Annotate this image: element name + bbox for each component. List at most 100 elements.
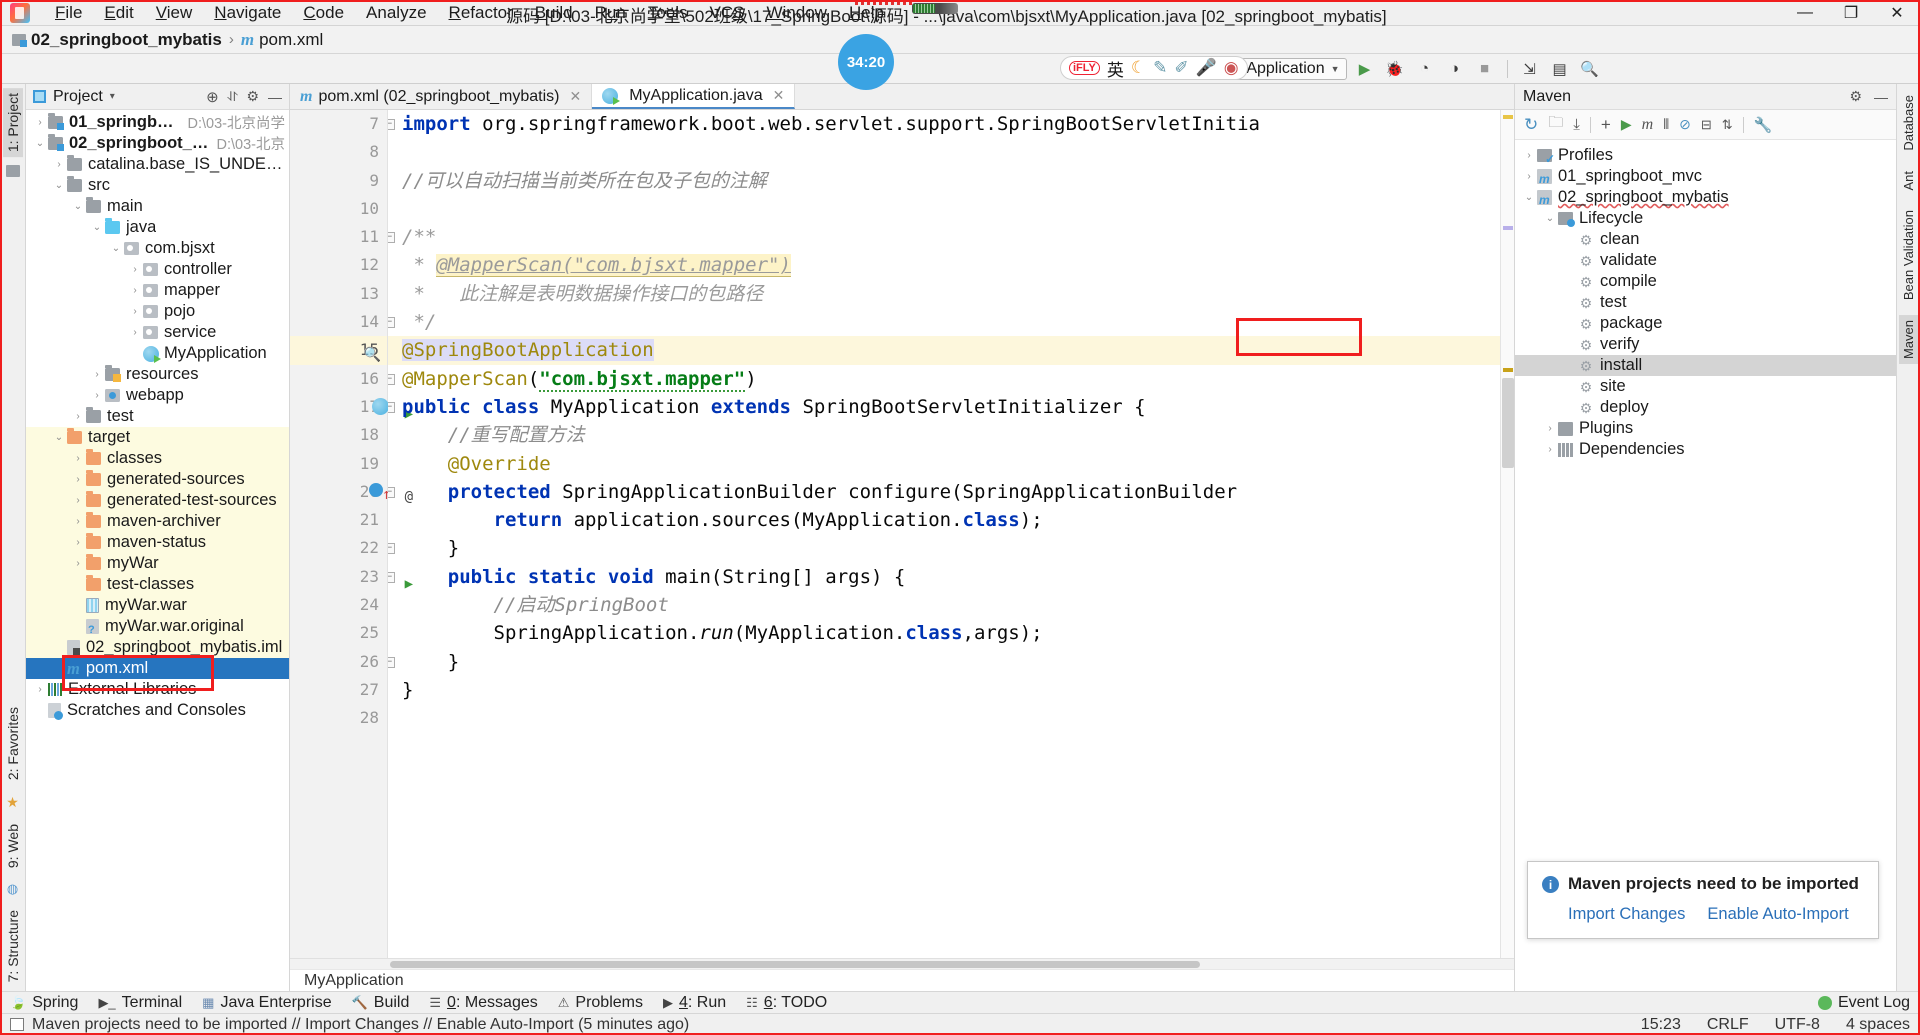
code-line[interactable]: − } — [388, 534, 1500, 562]
code-line[interactable]: return application.sources(MyApplication… — [402, 506, 1500, 534]
tree-toggle-arrow[interactable]: › — [32, 117, 48, 128]
gutter-line[interactable]: 10 — [290, 195, 387, 223]
project-tree-row[interactable]: › myWar — [26, 553, 289, 574]
tree-toggle-arrow[interactable]: ⌄ — [108, 243, 124, 254]
toolwindow-0-messages[interactable]: ☰ 0: Messages — [429, 994, 537, 1012]
toolwindow-java-enterprise[interactable]: ▦ Java Enterprise — [202, 994, 331, 1012]
project-tree-row[interactable]: › resources — [26, 364, 289, 385]
rail-tab-database[interactable]: Database — [1899, 90, 1918, 156]
window-controls[interactable]: — ❐ ✕ — [1782, 0, 1920, 26]
wrench-icon[interactable]: ✎ — [1153, 58, 1167, 78]
project-tree-row[interactable]: › webapp — [26, 385, 289, 406]
gutter-line[interactable]: 13 — [290, 280, 387, 308]
tree-toggle-arrow[interactable]: › — [1542, 444, 1558, 455]
tree-toggle-arrow[interactable]: › — [70, 495, 86, 506]
tree-toggle-arrow[interactable]: › — [89, 369, 105, 380]
rail-tab-web[interactable]: 9: Web — [3, 819, 23, 873]
skip-tests-icon[interactable]: ⊘ — [1679, 116, 1691, 133]
editor-marker-bar[interactable] — [1500, 110, 1514, 958]
run-icon[interactable]: ▶ — [1621, 116, 1632, 133]
editor-tab[interactable]: MyApplication.java ✕ — [592, 84, 796, 109]
tree-toggle-arrow[interactable]: ⌄ — [51, 180, 67, 191]
code-line[interactable]: //启动SpringBoot — [402, 591, 1500, 619]
tree-toggle-arrow[interactable]: › — [1521, 171, 1537, 182]
debug-button[interactable]: 🐞 — [1383, 58, 1407, 80]
toolwindow-6-todo[interactable]: ☷ 6: TODO — [746, 994, 827, 1012]
breadcrumb-project[interactable]: 02_springboot_mybatis — [12, 30, 222, 50]
gutter-line[interactable]: 14 — [290, 308, 387, 336]
code-line[interactable]: − @MapperScan("com.bjsxt.mapper") — [388, 365, 1500, 393]
tree-toggle-arrow[interactable]: ⌄ — [89, 222, 105, 233]
toolwindow-problems[interactable]: ⚠ Problems — [558, 994, 643, 1012]
code-line[interactable]: } — [402, 676, 1500, 704]
maven-tree-row[interactable]: ⚙ deploy — [1515, 397, 1896, 418]
close-icon[interactable]: ✕ — [773, 87, 785, 104]
tree-toggle-arrow[interactable]: › — [70, 537, 86, 548]
maven-toolbar[interactable]: ↻ 🗀 ⤓ + ▶ m ⫴ ⊘ ⊟ ⇅ 🔧 — [1515, 110, 1896, 140]
tree-toggle-arrow[interactable]: ⌄ — [1521, 192, 1537, 203]
maven-tree-row[interactable]: ⚙ install — [1515, 355, 1896, 376]
project-tree-row[interactable]: ⌄ target — [26, 427, 289, 448]
status-encoding[interactable]: UTF-8 — [1775, 1016, 1820, 1034]
editor-horizontal-scrollbar[interactable] — [290, 958, 1514, 969]
close-icon[interactable]: ✕ — [569, 88, 581, 105]
gutter-line[interactable]: 27 — [290, 676, 387, 704]
menu-edit[interactable]: Edit — [93, 0, 144, 25]
gutter-line[interactable]: 25 — [290, 619, 387, 647]
project-tree-row[interactable]: Scratches and Consoles — [26, 700, 289, 721]
rail-tab-favorites[interactable]: 2: Favorites — [3, 702, 23, 785]
tool-window-bar[interactable]: 🍃 Spring ▶_ Terminal ▦ Java Enterprise 🔨 Build ☰… — [0, 991, 1920, 1013]
code-fold-icon[interactable]: − — [388, 401, 395, 413]
gutter-line[interactable]: 23 ▶ — [290, 563, 413, 592]
event-log-button[interactable]: Event Log — [1817, 994, 1910, 1012]
code-fold-icon[interactable]: − — [388, 373, 395, 385]
import-changes-link[interactable]: Import Changes — [1568, 905, 1685, 924]
toggle-offline-icon[interactable]: ⫴ — [1663, 116, 1669, 133]
gutter-line[interactable]: 21 — [290, 506, 387, 534]
code-line[interactable]: * 此注解是表明数据操作接口的包路径 — [402, 280, 1500, 308]
reimport-icon[interactable]: ↻ — [1524, 115, 1538, 135]
ime-language-label[interactable]: 英 — [1107, 56, 1124, 81]
project-tree-row[interactable]: › External Libraries — [26, 679, 289, 700]
tree-toggle-arrow[interactable]: › — [127, 285, 143, 296]
project-tree-row[interactable]: ⌄ src — [26, 175, 289, 196]
gutter-line[interactable]: 17 ▶ — [290, 393, 413, 422]
maven-tree-row[interactable]: ⚙ test — [1515, 292, 1896, 313]
maven-tree-row[interactable]: › Plugins — [1515, 418, 1896, 439]
download-sources-icon[interactable]: ⤓ — [1573, 116, 1580, 133]
menu-analyze[interactable]: Analyze — [355, 0, 437, 25]
tree-toggle-arrow[interactable]: ⌄ — [70, 201, 86, 212]
breadcrumb-file[interactable]: m pom.xml — [241, 30, 323, 50]
tree-toggle-arrow[interactable]: › — [51, 159, 67, 170]
code-line[interactable]: −/** — [388, 223, 1500, 251]
project-tree-row[interactable]: › generated-sources — [26, 469, 289, 490]
editor-scrollbar-thumb[interactable] — [1502, 378, 1514, 468]
project-tree-row[interactable]: ⌄ com.bjsxt — [26, 238, 289, 259]
update-application-button[interactable]: ⇲ — [1518, 58, 1542, 80]
tree-toggle-arrow[interactable]: › — [89, 390, 105, 401]
code-content[interactable]: − import org.springframework.boot.web.ser… — [388, 110, 1500, 958]
code-fold-icon[interactable]: − — [388, 543, 395, 555]
gutter-line[interactable]: 7 — [290, 110, 387, 138]
tree-toggle-arrow[interactable]: › — [70, 558, 86, 569]
code-line[interactable]: − public class MyApplication extends Spri… — [388, 393, 1500, 421]
code-line[interactable]: − */ — [388, 308, 1500, 336]
locate-icon[interactable]: ⊕ — [206, 88, 219, 106]
code-line[interactable]: − import org.springframework.boot.web.ser… — [388, 110, 1500, 138]
project-tree-row[interactable]: test-classes — [26, 574, 289, 595]
expand-icon[interactable]: ⇅ — [1722, 117, 1733, 133]
project-tree-row[interactable]: › classes — [26, 448, 289, 469]
settings-icon[interactable]: 🔧 — [1754, 116, 1773, 134]
profile-button[interactable]: ◑ — [1443, 58, 1467, 80]
rail-tab-project[interactable]: 1: Project — [2, 88, 23, 158]
editor-tabs[interactable]: m pom.xml (02_springboot_mybatis) ✕ MyAppli… — [290, 84, 1514, 110]
code-fold-icon[interactable]: − — [388, 571, 395, 583]
tree-toggle-arrow[interactable]: › — [70, 474, 86, 485]
collapse-icon[interactable]: ⊟ — [1701, 117, 1712, 133]
code-line[interactable] — [402, 195, 1500, 223]
project-tree-row[interactable]: › controller — [26, 259, 289, 280]
code-fold-icon[interactable]: − — [388, 119, 395, 130]
maven-tree-row[interactable]: ⚙ validate — [1515, 250, 1896, 271]
generate-sources-icon[interactable]: 🗀 — [1548, 112, 1563, 137]
code-fold-icon[interactable]: − — [388, 232, 395, 244]
